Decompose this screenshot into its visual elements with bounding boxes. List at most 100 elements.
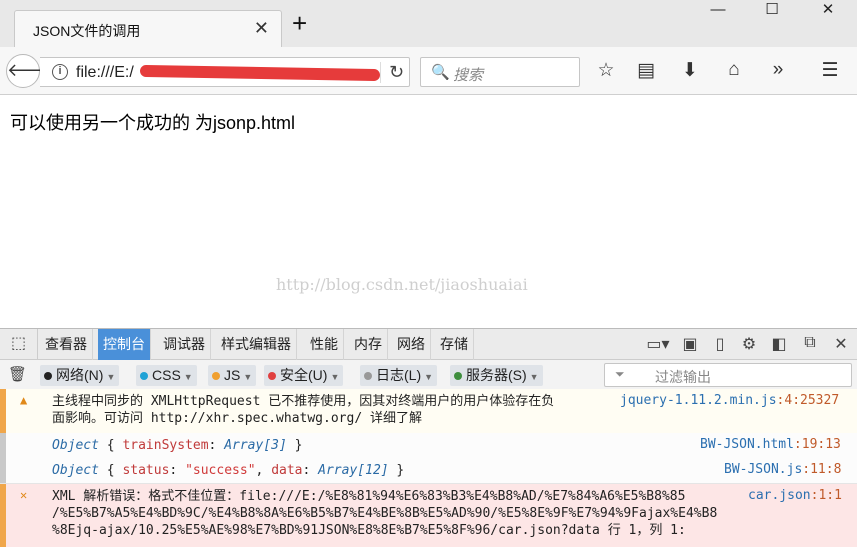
filter-security-label: 安全(U)	[280, 367, 328, 383]
source-location: :11:8	[802, 462, 842, 477]
console-warning-row: ▲ 主线程中同步的 XMLHttpRequest 已不推荐使用，因其对终端用户的…	[0, 389, 857, 433]
object-type: Object	[52, 463, 99, 478]
severity-bar	[0, 433, 6, 458]
dock-side-icon[interactable]: ◧	[767, 334, 791, 354]
severity-bar	[0, 389, 6, 433]
separate-window-icon[interactable]: ⧉	[798, 334, 822, 352]
new-tab-button[interactable]: +	[292, 10, 307, 36]
nav-bar: 🡐 i file:///E:/ ↻ 🔍 搜索 ☆ ▤ ⬇ ⌂ » ☰	[0, 47, 857, 95]
severity-bar	[0, 458, 6, 483]
console-error-row: ✕ XML 解析错误：格式不佳位置：file:///E:/%E8%81%94%E…	[0, 484, 857, 547]
warning-message: 主线程中同步的 XMLHttpRequest 已不推荐使用，因其对终端用户的用户…	[52, 393, 554, 427]
tab-close-icon[interactable]: ✕	[254, 18, 269, 38]
maximize-button[interactable]: ☐	[746, 0, 798, 22]
tab-style-editor[interactable]: 样式编辑器	[216, 329, 297, 360]
filter-logging-label: 日志(L)	[376, 367, 422, 383]
devtools-tabbar: ⬚ 查看器 控制台 调试器 样式编辑器 性能 内存 网络 存储 ▭▾ ▣ ▯ ⚙…	[0, 329, 857, 360]
chevron-down-icon: ▼	[106, 372, 116, 382]
source-file: BW-JSON.html	[700, 437, 794, 452]
filter-logging-dot	[364, 372, 372, 381]
filter-js-dot	[212, 372, 220, 381]
devtools-close-icon[interactable]: ✕	[829, 334, 853, 354]
tab-performance[interactable]: 性能	[305, 329, 344, 360]
error-message: XML 解析错误：格式不佳位置：file:///E:/%E8%81%94%E6%…	[52, 488, 717, 539]
funnel-icon: ⏷	[615, 367, 625, 381]
tab-debugger[interactable]: 调试器	[158, 329, 211, 360]
home-icon[interactable]: ⌂	[722, 59, 746, 81]
console-filter-bar: 🗑 网络(N) ▼ CSS ▼ JS ▼ 安全(U) ▼ 日志(L) ▼ 服务器(S) ▼ …	[0, 360, 857, 390]
log-object-message[interactable]: Object { trainSystem: Array[3] }	[52, 437, 302, 454]
info-icon[interactable]: i	[52, 64, 68, 80]
filter-css-label: CSS	[152, 367, 181, 383]
filter-css-dot	[140, 372, 148, 381]
element-picker-icon[interactable]: ⬚	[0, 329, 38, 360]
chevron-down-icon: ▼	[183, 372, 193, 382]
source-link[interactable]: BW-JSON.js:11:8	[724, 462, 841, 477]
filter-network-label: 网络(N)	[56, 367, 104, 383]
source-file: BW-JSON.js	[724, 462, 803, 477]
back-button[interactable]: 🡐	[6, 54, 55, 88]
object-key: data	[271, 463, 303, 478]
source-link[interactable]: BW-JSON.html:19:13	[700, 437, 841, 452]
page-body-text: 可以使用另一个成功的 为jsonp.html	[10, 113, 296, 133]
source-file: jquery-1.11.2.min.js	[620, 393, 777, 408]
console-log-row: Object { status: "success", data: Array[…	[0, 458, 857, 484]
menu-icon[interactable]: ☰	[818, 59, 842, 82]
console-log-row: Object { trainSystem: Array[3] } BW-JSON…	[0, 433, 857, 458]
source-link[interactable]: car.json:1:1	[748, 488, 842, 503]
responsive-layout-icon[interactable]: ▭▾	[646, 334, 670, 354]
tab-network[interactable]: 网络	[392, 329, 431, 360]
source-link[interactable]: jquery-1.11.2.min.js:4:25327	[620, 393, 839, 408]
search-bar[interactable]: 🔍 搜索	[420, 57, 580, 87]
tab-storage[interactable]: 存储	[435, 329, 474, 360]
overflow-icon[interactable]: »	[766, 59, 790, 81]
reading-list-icon[interactable]: ▤	[634, 59, 658, 82]
device-icon[interactable]: ▯	[708, 334, 732, 354]
error-line-2: /%E5%B7%A5%E4%BD%9C/%E4%B8%8A%E6%B5%B7%E…	[52, 506, 718, 521]
chevron-down-icon: ▼	[529, 372, 539, 382]
minimize-button[interactable]: —	[692, 0, 744, 22]
filter-security-dot	[268, 372, 276, 381]
object-type: Object	[52, 438, 99, 453]
scratchpad-icon[interactable]: ▣	[678, 334, 702, 354]
warning-line-2: 面影响。可访问 http://xhr.spec.whatwg.org/ 详细了解	[52, 411, 422, 426]
filter-placeholder: 过滤输出	[655, 369, 711, 385]
chevron-down-icon: ▼	[330, 372, 340, 382]
error-icon: ✕	[20, 488, 28, 502]
log-object-message[interactable]: Object { status: "success", data: Array[…	[52, 462, 404, 479]
error-line-3: %8Ejq-ajax/10.25%E5%AE%98%E7%BD%91JSON%E…	[52, 523, 686, 538]
url-text: file:///E:/	[76, 64, 134, 81]
filter-server-dot	[454, 372, 462, 381]
object-key: status	[122, 463, 170, 478]
tab-title: JSON文件的调用	[33, 23, 141, 39]
object-value: Array[12]	[318, 463, 389, 478]
reload-icon[interactable]: ↻	[380, 62, 404, 83]
gear-icon[interactable]: ⚙	[737, 334, 761, 354]
severity-bar	[0, 484, 6, 547]
warning-line-1: 主线程中同步的 XMLHttpRequest 已不推荐使用，因其对终端用户的用户…	[52, 394, 555, 409]
download-icon[interactable]: ⬇	[678, 59, 702, 82]
redaction-mark	[139, 64, 381, 82]
trash-icon[interactable]: 🗑	[8, 365, 27, 383]
console-filter-input[interactable]: ⏷ 过滤输出	[604, 363, 852, 387]
object-key: trainSystem	[122, 438, 209, 453]
object-value: "success"	[185, 463, 256, 478]
filter-css[interactable]: CSS ▼	[136, 365, 197, 386]
chevron-down-icon: ▼	[243, 372, 253, 382]
filter-js-label: JS	[224, 367, 241, 383]
tab-memory[interactable]: 内存	[349, 329, 388, 360]
window-close-button[interactable]: ✕	[802, 0, 854, 22]
tab-console[interactable]: 控制台	[98, 329, 151, 360]
tab-inspector[interactable]: 查看器	[40, 329, 93, 360]
source-location: :19:13	[793, 437, 841, 452]
filter-server[interactable]: 服务器(S) ▼	[450, 365, 543, 386]
url-bar[interactable]: i file:///E:/ ↻	[40, 57, 410, 87]
filter-server-label: 服务器(S)	[466, 367, 527, 383]
filter-network[interactable]: 网络(N) ▼	[40, 365, 120, 386]
filter-js[interactable]: JS ▼	[208, 365, 257, 386]
bookmark-star-icon[interactable]: ☆	[594, 59, 618, 82]
filter-security[interactable]: 安全(U) ▼	[264, 365, 344, 386]
browser-tab[interactable]: JSON文件的调用 ✕	[14, 10, 282, 47]
filter-logging[interactable]: 日志(L) ▼	[360, 365, 438, 386]
chevron-down-icon: ▼	[424, 372, 434, 382]
